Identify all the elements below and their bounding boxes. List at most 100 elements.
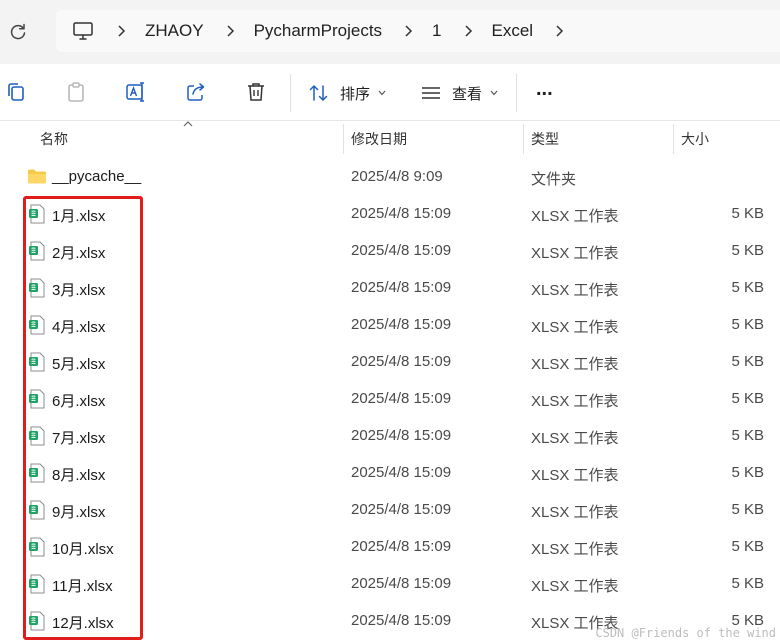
file-row[interactable]: 11月.xlsx 2025/4/8 15:09 XLSX 工作表 5 KB: [0, 565, 780, 602]
file-type: XLSX 工作表: [531, 393, 619, 410]
file-modified-date: 2025/4/8 15:09: [351, 612, 452, 629]
file-name: 8月.xlsx: [52, 467, 106, 484]
file-modified-date: 2025/4/8 15:09: [351, 279, 452, 296]
chevron-right-icon[interactable]: [554, 24, 564, 38]
file-type: XLSX 工作表: [531, 430, 619, 447]
chevron-right-icon[interactable]: [403, 24, 413, 38]
xlsx-file-icon: [28, 241, 46, 261]
command-bar: 排序 查看 ...: [0, 64, 780, 121]
chevron-right-icon[interactable]: [116, 24, 126, 38]
file-name: 2月.xlsx: [52, 245, 106, 262]
chevron-right-icon[interactable]: [225, 24, 235, 38]
file-row[interactable]: __pycache__ 2025/4/8 9:09 文件夹: [0, 158, 780, 195]
file-row[interactable]: 6月.xlsx 2025/4/8 15:09 XLSX 工作表 5 KB: [0, 380, 780, 417]
paste-button[interactable]: [64, 80, 88, 104]
file-size: 5 KB: [731, 427, 764, 444]
file-name: 1月.xlsx: [52, 208, 106, 225]
xlsx-file-icon: [28, 204, 46, 224]
xlsx-file-icon: [28, 389, 46, 409]
file-size: 5 KB: [731, 575, 764, 592]
copy-icon: [8, 83, 24, 101]
file-row[interactable]: 9月.xlsx 2025/4/8 15:09 XLSX 工作表 5 KB: [0, 491, 780, 528]
file-row[interactable]: 4月.xlsx 2025/4/8 15:09 XLSX 工作表 5 KB: [0, 306, 780, 343]
view-button[interactable]: 查看: [420, 82, 508, 104]
file-name: 12月.xlsx: [52, 615, 114, 632]
column-header-date[interactable]: 修改日期: [351, 129, 407, 149]
file-type: XLSX 工作表: [531, 541, 619, 558]
xlsx-file-icon: [28, 278, 46, 298]
chevron-right-icon[interactable]: [463, 24, 473, 38]
file-type: XLSX 工作表: [531, 356, 619, 373]
trash-icon: [248, 83, 264, 101]
file-name: 9月.xlsx: [52, 504, 106, 521]
file-row[interactable]: 10月.xlsx 2025/4/8 15:09 XLSX 工作表 5 KB: [0, 528, 780, 565]
file-modified-date: 2025/4/8 15:09: [351, 575, 452, 592]
file-name: 11月.xlsx: [52, 578, 113, 595]
file-type: 文件夹: [531, 171, 577, 188]
this-pc-icon[interactable]: [72, 20, 94, 42]
file-size: 5 KB: [731, 501, 764, 518]
file-row[interactable]: 8月.xlsx 2025/4/8 15:09 XLSX 工作表 5 KB: [0, 454, 780, 491]
file-type: XLSX 工作表: [531, 319, 619, 336]
xlsx-file-icon: [28, 537, 46, 557]
file-size: 5 KB: [731, 353, 764, 370]
file-modified-date: 2025/4/8 15:09: [351, 538, 452, 555]
column-header: 名称 修改日期 类型 大小: [0, 121, 780, 154]
file-name: 5月.xlsx: [52, 356, 106, 373]
file-row[interactable]: 3月.xlsx 2025/4/8 15:09 XLSX 工作表 5 KB: [0, 269, 780, 306]
xlsx-file-icon: [28, 574, 46, 594]
xlsx-file-icon: [28, 500, 46, 520]
column-divider[interactable]: [673, 124, 674, 154]
file-name: 7月.xlsx: [52, 430, 106, 447]
xlsx-file-icon: [28, 426, 46, 446]
xlsx-file-icon: [28, 463, 46, 483]
file-modified-date: 2025/4/8 15:09: [351, 427, 452, 444]
sort-button[interactable]: 排序: [308, 82, 396, 104]
paste-icon: [68, 82, 84, 102]
file-type: XLSX 工作表: [531, 578, 619, 595]
file-name: 10月.xlsx: [52, 541, 114, 558]
file-size: 5 KB: [731, 538, 764, 555]
breadcrumb-item-pycharmprojects[interactable]: PycharmProjects: [254, 21, 382, 41]
copy-button[interactable]: [4, 80, 28, 104]
toolbar-divider: [516, 74, 517, 112]
toolbar-divider: [290, 74, 291, 112]
file-row[interactable]: 7月.xlsx 2025/4/8 15:09 XLSX 工作表 5 KB: [0, 417, 780, 454]
share-icon: [187, 83, 205, 101]
file-modified-date: 2025/4/8 15:09: [351, 242, 452, 259]
chevron-down-icon: [490, 90, 498, 96]
file-size: 5 KB: [731, 205, 764, 222]
column-divider[interactable]: [523, 124, 524, 154]
file-modified-date: 2025/4/8 15:09: [351, 205, 452, 222]
column-header-size[interactable]: 大小: [681, 129, 709, 149]
breadcrumb[interactable]: ZHAOY PycharmProjects 1 Excel: [56, 10, 780, 52]
file-modified-date: 2025/4/8 15:09: [351, 464, 452, 481]
chevron-down-icon: [378, 90, 386, 96]
file-modified-date: 2025/4/8 15:09: [351, 316, 452, 333]
column-header-type[interactable]: 类型: [531, 129, 559, 149]
rename-icon: [126, 82, 144, 102]
breadcrumb-item-zhaoy[interactable]: ZHAOY: [145, 21, 204, 41]
column-header-name[interactable]: 名称: [40, 129, 68, 149]
file-row[interactable]: 2月.xlsx 2025/4/8 15:09 XLSX 工作表 5 KB: [0, 232, 780, 269]
rename-button[interactable]: [124, 80, 148, 104]
file-size: 5 KB: [731, 316, 764, 333]
file-row[interactable]: 1月.xlsx 2025/4/8 15:09 XLSX 工作表 5 KB: [0, 195, 780, 232]
folder-icon: [27, 167, 46, 187]
file-size: 5 KB: [731, 279, 764, 296]
file-type: XLSX 工作表: [531, 282, 619, 299]
file-modified-date: 2025/4/8 15:09: [351, 501, 452, 518]
share-button[interactable]: [184, 80, 208, 104]
column-divider[interactable]: [343, 124, 344, 154]
more-options-button[interactable]: ...: [536, 78, 553, 100]
breadcrumb-item-excel[interactable]: Excel: [492, 21, 534, 41]
sort-icon: [309, 84, 328, 102]
xlsx-file-icon: [28, 352, 46, 372]
file-type: XLSX 工作表: [531, 504, 619, 521]
file-row[interactable]: 5月.xlsx 2025/4/8 15:09 XLSX 工作表 5 KB: [0, 343, 780, 380]
breadcrumb-item-1[interactable]: 1: [432, 21, 441, 41]
file-size: 5 KB: [731, 390, 764, 407]
delete-button[interactable]: [244, 80, 268, 104]
view-label: 查看: [452, 85, 483, 103]
refresh-icon[interactable]: [8, 22, 28, 42]
